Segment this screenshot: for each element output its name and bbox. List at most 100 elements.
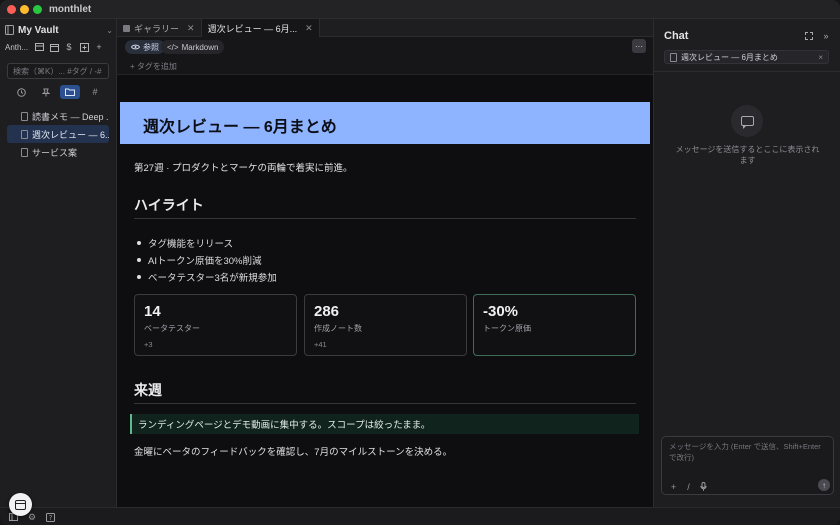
attach-plus-icon[interactable]: + bbox=[669, 482, 678, 492]
bullet-dot bbox=[137, 274, 141, 279]
tag-bar: + タグを追加 bbox=[117, 57, 653, 75]
collapse-panel-icon[interactable]: » bbox=[821, 31, 831, 41]
list-item-text: タグ機能をリリース bbox=[148, 238, 234, 250]
view-mode-button[interactable]: 参照 bbox=[125, 40, 165, 54]
bubble-glyph bbox=[740, 116, 754, 129]
recent-clock-icon[interactable] bbox=[11, 85, 31, 99]
dollar-icon[interactable]: $ bbox=[64, 42, 74, 52]
vault-icon bbox=[5, 25, 14, 35]
calendar-icon bbox=[15, 499, 26, 510]
highlights-heading: ハイライト bbox=[134, 197, 204, 213]
document-icon bbox=[670, 52, 677, 62]
list-view-icon[interactable] bbox=[34, 42, 44, 52]
model-selector[interactable]: Anth... bbox=[5, 43, 29, 52]
close-icon[interactable]: ✕ bbox=[305, 23, 313, 34]
help-icon[interactable]: ? bbox=[45, 512, 55, 522]
stat-value: -30% bbox=[483, 303, 519, 320]
bullet-dot bbox=[137, 257, 141, 262]
hashtag-icon[interactable]: # bbox=[85, 85, 105, 99]
tab-label: ギャラリー bbox=[134, 23, 180, 34]
list-item: AIトークン原価を30%削減 bbox=[137, 251, 277, 268]
new-note-icon[interactable] bbox=[79, 42, 89, 52]
microphone-icon[interactable] bbox=[699, 482, 708, 491]
calendar-fab-button[interactable] bbox=[9, 493, 32, 516]
context-file-chip[interactable]: 週次レビュー — 6月まとめ × bbox=[664, 50, 829, 64]
minimize-window-button[interactable] bbox=[20, 5, 29, 14]
chat-input-placeholder: メッセージを入力 (Enter で送信、Shift+Enter で改行) bbox=[669, 442, 821, 462]
highlights-list: タグ機能をリリース AIトークン原価を30%削減 ベータテスター3名が新規参加 bbox=[137, 234, 277, 285]
list-item: タグ機能をリリース bbox=[137, 234, 277, 251]
heading-divider bbox=[134, 218, 636, 219]
list-item: ベータテスター3名が新規参加 bbox=[137, 268, 277, 285]
markdown-mode-label: Markdown bbox=[181, 42, 219, 52]
title-bar: monthlet bbox=[0, 0, 840, 19]
remove-context-icon[interactable]: × bbox=[818, 53, 823, 62]
zoom-window-button[interactable] bbox=[33, 5, 42, 14]
bottom-bar: ⚙ ? bbox=[0, 507, 840, 525]
add-tag-button[interactable]: + タグを追加 bbox=[130, 61, 177, 72]
file-item-service-ideas[interactable]: サービス案 bbox=[7, 143, 109, 161]
chevron-down-icon: ⌄ bbox=[106, 25, 113, 35]
stat-card-token-cost: -30% トークン原価 bbox=[473, 294, 636, 356]
file-item-label: 週次レビュー — 6... bbox=[32, 129, 109, 140]
folder-icon[interactable] bbox=[60, 85, 81, 99]
document-title-band: 週次レビュー — 6月まとめ bbox=[120, 102, 650, 144]
stat-card-beta-testers: 14 ベータテスター +3 bbox=[134, 294, 297, 356]
vault-switcher[interactable]: My Vault ⌄ bbox=[5, 22, 113, 38]
callout-block: ランディングページとデモ動画に集中する。スコープは絞ったまま。 bbox=[130, 414, 639, 434]
settings-gear-icon[interactable]: ⚙ bbox=[27, 512, 37, 522]
tab-weekly-review[interactable]: 週次レビュー — 6月... ✕ bbox=[201, 19, 320, 37]
list-item-text: AIトークン原価を30%削減 bbox=[148, 255, 262, 267]
file-item-label: サービス案 bbox=[32, 147, 78, 158]
document-icon bbox=[21, 147, 28, 157]
sidebar-toolbar: Anth... $ + bbox=[5, 40, 113, 54]
view-mode-label: 参照 bbox=[143, 42, 159, 52]
stat-label: 作成ノート数 bbox=[314, 324, 362, 333]
file-item-label: 読書メモ — Deep ... bbox=[32, 111, 109, 122]
message-bubble-icon bbox=[731, 105, 763, 137]
document-lead: 第27週 · プロダクトとマーケの両輪で着実に前進。 bbox=[134, 163, 353, 174]
chat-input[interactable]: メッセージを入力 (Enter で送信、Shift+Enter で改行) + /… bbox=[661, 436, 834, 495]
view-mode-bar: 参照 </> Markdown ··· bbox=[117, 37, 653, 57]
bullet-dot bbox=[137, 240, 141, 245]
context-file-label: 週次レビュー — 6月まとめ bbox=[681, 52, 778, 62]
svg-text:?: ? bbox=[48, 514, 52, 522]
document-body: 週次レビュー — 6月まとめ 第27週 · プロダクトとマーケの両輪で着実に前進… bbox=[117, 75, 653, 507]
editor-tab-bar: ギャラリー ✕ 週次レビュー — 6月... ✕ bbox=[117, 19, 653, 37]
list-item-text: ベータテスター3名が新規参加 bbox=[148, 272, 277, 284]
stat-delta: +41 bbox=[314, 340, 327, 349]
expand-icon[interactable] bbox=[804, 31, 814, 41]
file-list: 読書メモ — Deep ... 週次レビュー — 6... サービス案 bbox=[7, 107, 109, 161]
stat-delta: +3 bbox=[144, 340, 153, 349]
slash-command-icon[interactable]: / bbox=[684, 482, 693, 492]
eye-icon bbox=[131, 44, 140, 50]
gallery-icon bbox=[123, 24, 130, 32]
add-icon[interactable]: + bbox=[94, 42, 104, 52]
file-item-weekly-review[interactable]: 週次レビュー — 6... bbox=[7, 125, 109, 143]
file-item-reading-notes[interactable]: 読書メモ — Deep ... bbox=[7, 107, 109, 125]
vault-name: My Vault bbox=[18, 24, 59, 36]
search-input[interactable]: 検索（⌘K）... #タグ / -# bbox=[7, 63, 109, 79]
pin-icon[interactable] bbox=[36, 85, 56, 99]
code-icon: </> bbox=[167, 42, 179, 52]
close-icon[interactable]: ✕ bbox=[187, 23, 195, 34]
next-week-heading: 来週 bbox=[134, 382, 162, 398]
tab-label: 週次レビュー — 6月... bbox=[207, 23, 298, 34]
document-paragraph: 金曜にベータのフィードバックを確認し、7月のマイルストーンを決める。 bbox=[134, 447, 453, 458]
editor-pane: ギャラリー ✕ 週次レビュー — 6月... ✕ 参照 </> Markdown… bbox=[117, 19, 653, 507]
chat-panel: Chat » 週次レビュー — 6月まとめ × メッセージを送信するとここに表示… bbox=[653, 19, 840, 507]
stat-value: 14 bbox=[144, 303, 161, 320]
more-options-button[interactable]: ··· bbox=[632, 39, 646, 53]
stat-label: ベータテスター bbox=[144, 324, 200, 333]
markdown-mode-button[interactable]: </> Markdown bbox=[161, 40, 225, 54]
chat-divider bbox=[654, 71, 840, 72]
sidebar-tabs: # bbox=[7, 85, 109, 99]
sidebar: My Vault ⌄ Anth... $ + 検索（⌘K）... #タグ / -… bbox=[0, 19, 117, 507]
document-title: 週次レビュー — 6月まとめ bbox=[143, 119, 337, 136]
stat-card-notes-created: 286 作成ノート数 +41 bbox=[304, 294, 467, 356]
send-button[interactable]: ↑ bbox=[818, 479, 830, 491]
close-window-button[interactable] bbox=[7, 5, 16, 14]
calendar-icon[interactable] bbox=[49, 42, 59, 52]
tab-gallery[interactable]: ギャラリー ✕ bbox=[117, 19, 202, 37]
stat-value: 286 bbox=[314, 303, 340, 320]
